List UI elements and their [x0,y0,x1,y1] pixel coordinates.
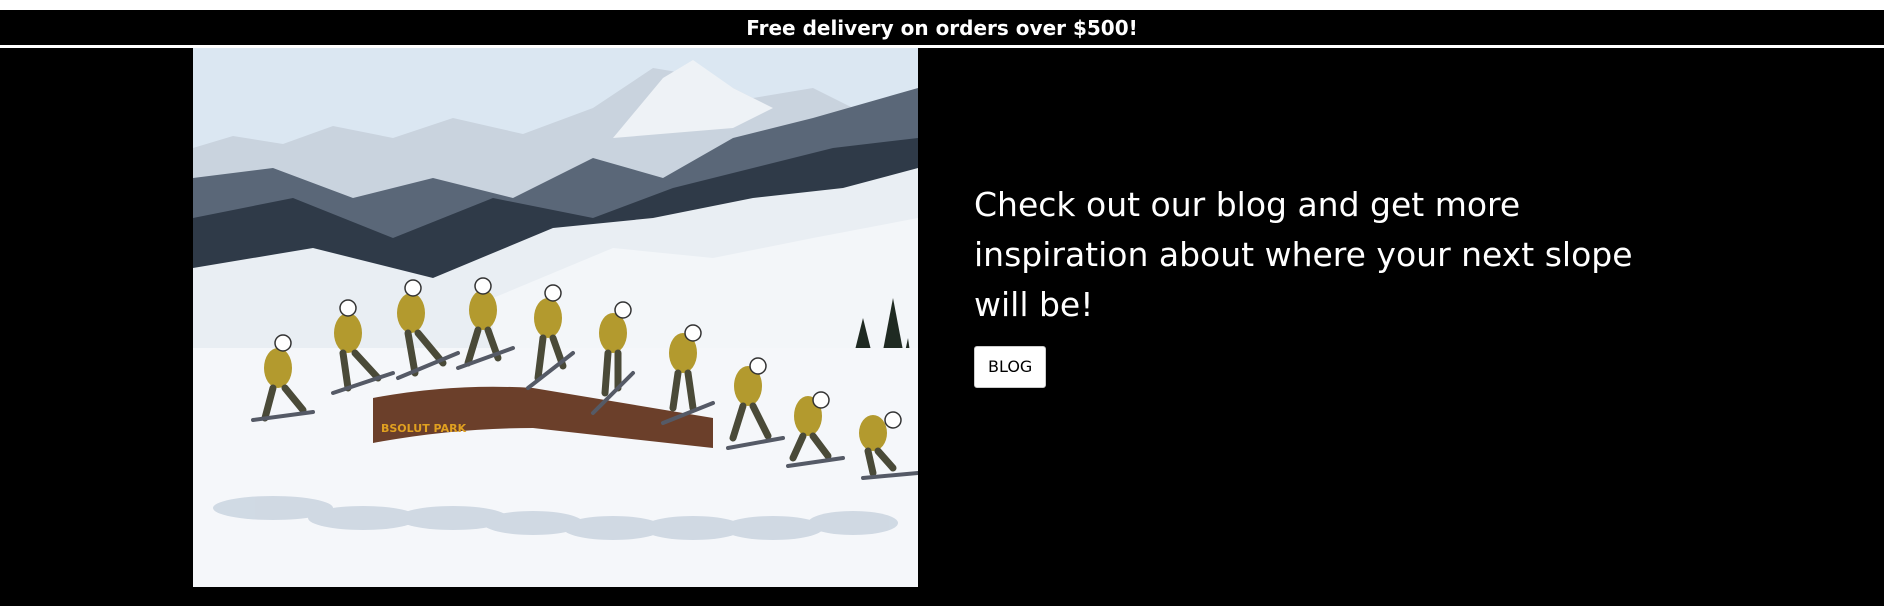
hero-headline: Check out our blog and get more inspirat… [974,185,1633,324]
page: Free delivery on orders over $500! BSOLU… [0,0,1884,606]
blog-button[interactable]: BLOG [974,346,1047,388]
hero-text-block: Check out our blog and get more inspirat… [974,180,1694,388]
snowboard-sequence-image: BSOLUT PARK [193,48,918,587]
promo-banner-text: Free delivery on orders over $500! [746,15,1138,40]
park-box-label: BSOLUT PARK [381,422,467,435]
hero-section: BSOLUT PARK Check out our blog and get m… [0,48,1884,606]
promo-banner: Free delivery on orders over $500! [0,10,1884,45]
